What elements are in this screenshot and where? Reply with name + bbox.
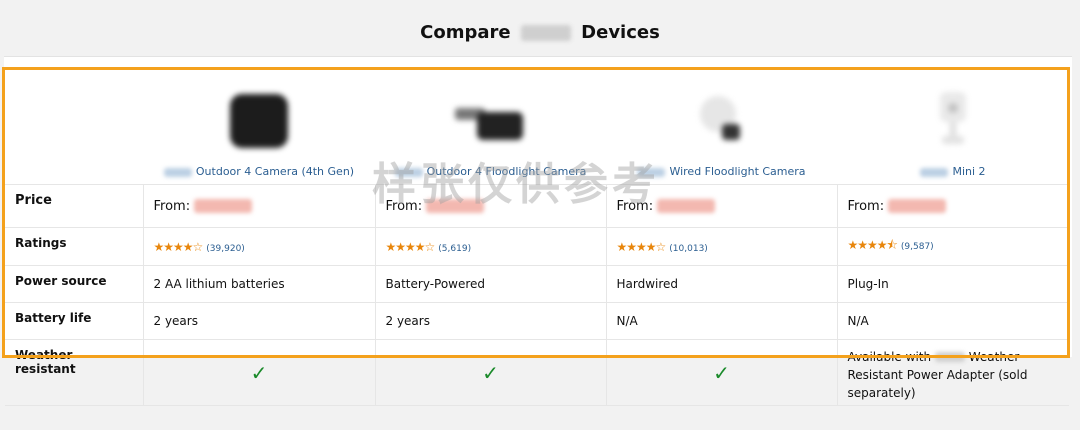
product-image[interactable] xyxy=(228,92,290,150)
product-image[interactable] xyxy=(930,90,976,150)
star-rating-icon[interactable]: ★★★★☆ xyxy=(386,240,436,254)
checkmark-icon: ✓ xyxy=(606,339,838,406)
title-text-start: Compare xyxy=(420,22,511,43)
rating-cell[interactable]: ★★★★☆ (10,013) xyxy=(606,227,838,266)
battery-cell: 2 years xyxy=(375,302,607,340)
battery-cell: N/A xyxy=(606,302,838,340)
weather-resistant-row: Weather resistant ✓ ✓ ✓ Available with W… xyxy=(5,339,1069,406)
power-cell: Battery-Powered xyxy=(375,265,607,303)
checkmark-icon: ✓ xyxy=(143,339,376,406)
rating-count-link[interactable]: (10,013) xyxy=(669,244,708,254)
price-cell: From: xyxy=(143,184,376,228)
product-column-2[interactable]: Outdoor 4 Floodlight Camera xyxy=(375,70,606,185)
empty-header-cell xyxy=(5,70,143,185)
row-label-weather: Weather resistant xyxy=(5,339,144,406)
star-rating-icon[interactable]: ★★★★☆ xyxy=(154,240,204,254)
product-link[interactable]: Outdoor 4 Floodlight Camera xyxy=(394,165,586,178)
battery-life-row: Battery life 2 years 2 years N/A N/A xyxy=(5,302,1069,340)
product-image[interactable] xyxy=(451,100,531,150)
row-label-power: Power source xyxy=(5,265,144,303)
power-source-row: Power source 2 AA lithium batteries Batt… xyxy=(5,265,1069,303)
power-cell: 2 AA lithium batteries xyxy=(143,265,376,303)
rating-count-link[interactable]: (5,619) xyxy=(438,244,471,254)
checkmark-icon: ✓ xyxy=(375,339,607,406)
battery-cell: 2 years xyxy=(143,302,376,340)
rating-count-link[interactable]: (39,920) xyxy=(206,244,245,254)
product-link[interactable]: Mini 2 xyxy=(920,165,986,178)
product-column-4[interactable]: Mini 2 xyxy=(837,70,1069,185)
price-redacted xyxy=(194,199,253,213)
rating-cell[interactable]: ★★★★☆ (39,920) xyxy=(143,227,376,266)
row-label-battery: Battery life xyxy=(5,302,144,340)
price-cell: From: xyxy=(606,184,838,228)
price-cell: From: xyxy=(837,184,1069,228)
product-header-row: Outdoor 4 Camera (4th Gen) Outdoor 4 Flo… xyxy=(5,70,1069,185)
brand-redacted xyxy=(934,352,965,362)
star-rating-icon[interactable]: ★★★★☆ xyxy=(617,240,667,254)
price-redacted xyxy=(657,199,716,213)
product-column-1[interactable]: Outdoor 4 Camera (4th Gen) xyxy=(143,70,375,185)
battery-cell: N/A xyxy=(837,302,1069,340)
weather-note: Available with Weather Resistant Power A… xyxy=(837,339,1069,406)
power-cell: Plug-In xyxy=(837,265,1069,303)
rating-cell[interactable]: ★★★★⯪ (9,587) xyxy=(837,227,1069,266)
brand-redacted xyxy=(520,25,571,41)
ratings-row: Ratings ★★★★☆ (39,920) ★★★★☆ (5,619) ★★★★☆… xyxy=(5,227,1069,266)
star-rating-icon[interactable]: ★★★★⯪ xyxy=(848,238,898,252)
price-redacted xyxy=(888,199,947,213)
comparison-table: Outdoor 4 Camera (4th Gen) Outdoor 4 Flo… xyxy=(5,70,1069,406)
product-column-3[interactable]: Wired Floodlight Camera xyxy=(606,70,837,185)
rating-count-link[interactable]: (9,587) xyxy=(901,242,934,252)
rating-cell[interactable]: ★★★★☆ (5,619) xyxy=(375,227,607,266)
price-redacted xyxy=(426,199,485,213)
row-label-price: Price xyxy=(5,184,144,228)
price-cell: From: xyxy=(375,184,607,228)
product-image[interactable] xyxy=(692,90,752,150)
product-link[interactable]: Outdoor 4 Camera (4th Gen) xyxy=(163,165,354,178)
price-row: Price From: From: From: From: xyxy=(5,184,1069,228)
power-cell: Hardwired xyxy=(606,265,838,303)
title-text-end: Devices xyxy=(581,22,660,43)
page-title: Compare Devices xyxy=(0,22,1080,43)
row-label-ratings: Ratings xyxy=(5,227,144,266)
product-link[interactable]: Wired Floodlight Camera xyxy=(637,165,806,178)
